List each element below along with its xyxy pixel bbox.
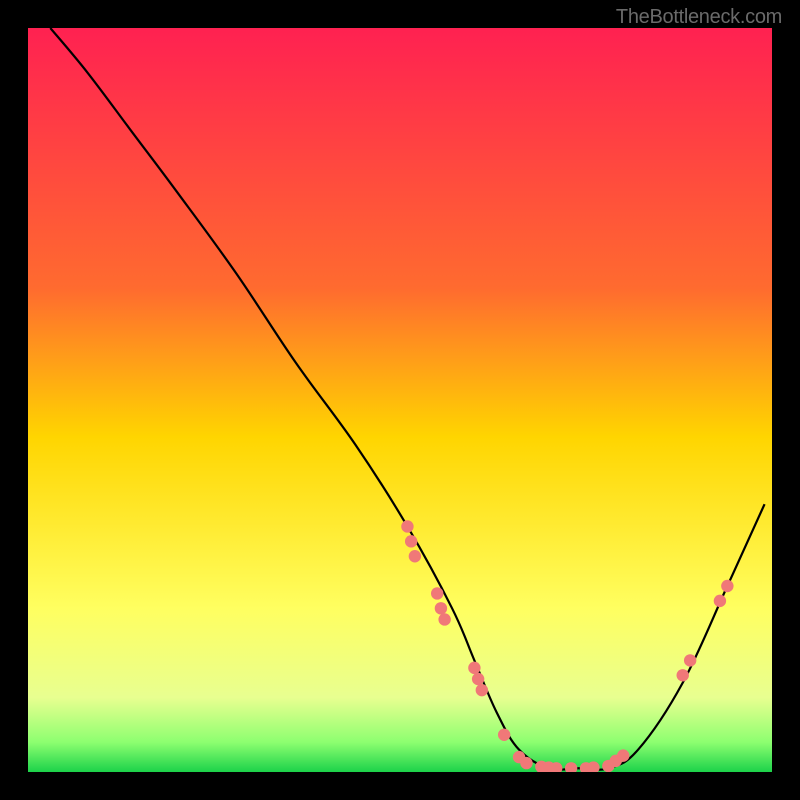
data-marker <box>468 662 480 674</box>
watermark-text: TheBottleneck.com <box>616 6 782 29</box>
data-marker <box>498 729 510 741</box>
data-marker <box>438 613 450 625</box>
data-marker <box>409 550 421 562</box>
data-marker <box>401 520 413 532</box>
chart-plot-area <box>28 28 772 772</box>
data-marker <box>721 580 733 592</box>
data-marker <box>684 654 696 666</box>
chart-background-gradient <box>28 28 772 772</box>
data-marker <box>476 684 488 696</box>
data-marker <box>677 669 689 681</box>
data-marker <box>435 602 447 614</box>
data-marker <box>431 587 443 599</box>
data-marker <box>472 673 484 685</box>
data-marker <box>617 749 629 761</box>
data-marker <box>520 757 532 769</box>
chart-svg <box>28 28 772 772</box>
data-marker <box>714 595 726 607</box>
data-marker <box>405 535 417 547</box>
